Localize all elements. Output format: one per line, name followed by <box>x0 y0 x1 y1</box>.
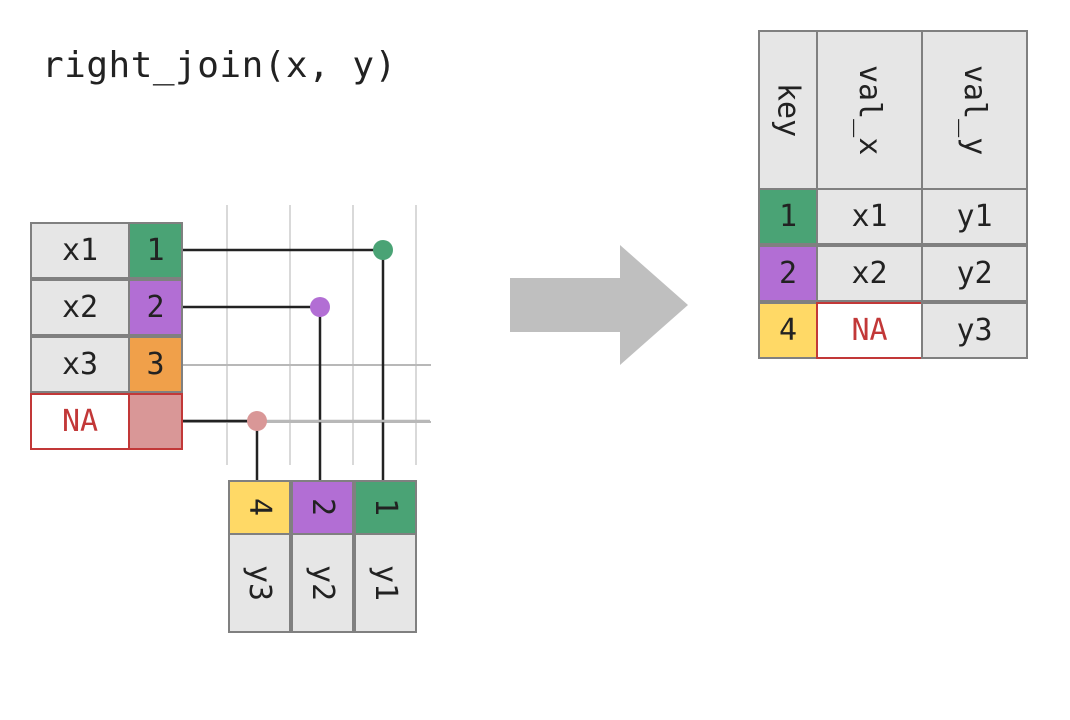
y-val-cell: y3 <box>228 533 291 633</box>
result-header-key: key <box>758 30 818 190</box>
y-key-cell: 1 <box>354 480 417 535</box>
result-valy-cell: y2 <box>921 245 1028 302</box>
arrow-icon <box>510 240 690 370</box>
guide-line <box>226 205 228 465</box>
x-val-cell: x2 <box>30 279 130 336</box>
x-val-cell-na: NA <box>30 393 130 450</box>
diagram-stage: right_join(x, y) x1 1 x2 2 x3 3 NA 4 y3 … <box>0 0 1070 720</box>
grid-line <box>181 421 431 423</box>
y-key-label: 4 <box>242 498 277 516</box>
guide-line <box>352 205 354 465</box>
result-header-label: val_x <box>852 65 887 155</box>
result-header-label: key <box>771 83 806 137</box>
grid-line <box>181 364 431 366</box>
result-valx-cell: x1 <box>816 188 923 245</box>
result-key-cell: 4 <box>758 302 818 359</box>
y-val-cell: y2 <box>291 533 354 633</box>
match-dot-green <box>373 240 393 260</box>
y-key-label: 2 <box>305 498 340 516</box>
result-header-valy: val_y <box>921 30 1028 190</box>
x-val-cell: x1 <box>30 222 130 279</box>
x-key-cell: 1 <box>128 222 183 279</box>
result-valy-cell: y3 <box>921 302 1028 359</box>
y-val-label: y2 <box>305 565 340 601</box>
guide-line <box>289 205 291 465</box>
result-key-cell: 1 <box>758 188 818 245</box>
x-val-cell: x3 <box>30 336 130 393</box>
y-val-label: y1 <box>368 565 403 601</box>
guide-line <box>415 205 417 465</box>
result-header-label: val_y <box>957 65 992 155</box>
result-header-valx: val_x <box>816 30 923 190</box>
y-key-label: 1 <box>368 498 403 516</box>
x-key-cell: 2 <box>128 279 183 336</box>
x-key-cell-na <box>128 393 183 450</box>
diagram-title: right_join(x, y) <box>42 45 397 86</box>
result-valx-cell-na: NA <box>816 302 923 359</box>
y-val-cell: y1 <box>354 533 417 633</box>
y-key-cell: 4 <box>228 480 291 535</box>
y-key-cell: 2 <box>291 480 354 535</box>
x-key-cell: 3 <box>128 336 183 393</box>
result-key-cell: 2 <box>758 245 818 302</box>
match-dot-purple <box>310 297 330 317</box>
result-valy-cell: y1 <box>921 188 1028 245</box>
result-valx-cell: x2 <box>816 245 923 302</box>
y-val-label: y3 <box>242 565 277 601</box>
